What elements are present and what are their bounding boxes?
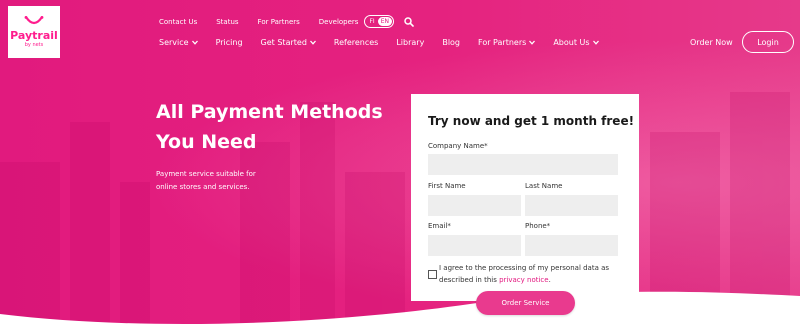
phone-input[interactable]	[525, 235, 618, 256]
hero-subtitle-line-1: Payment service suitable for	[156, 170, 256, 178]
lang-en[interactable]: EN	[377, 17, 392, 26]
company-name-input[interactable]	[428, 154, 618, 175]
chevron-down-icon	[191, 40, 198, 45]
nav-about-us[interactable]: About Us	[553, 38, 599, 47]
consent-checkbox[interactable]	[428, 270, 437, 279]
first-name-input[interactable]	[428, 195, 521, 216]
wave-divider	[0, 291, 800, 332]
nav-contact-us[interactable]: Contact Us	[159, 18, 197, 26]
search-icon[interactable]	[404, 16, 414, 27]
nav-for-partners[interactable]: For Partners	[258, 18, 300, 26]
nav-service[interactable]: Service	[159, 38, 198, 47]
language-switcher[interactable]: FI EN	[364, 15, 394, 28]
shopping-bag-icon	[24, 16, 44, 25]
nav-blog[interactable]: Blog	[442, 38, 460, 47]
hero-subtitle-line-2: online stores and services.	[156, 183, 250, 191]
last-name-label: Last Name	[525, 182, 563, 190]
nav-references-label: References	[333, 38, 379, 47]
hero-title-line-1: All Payment Methods	[156, 101, 383, 123]
logo-text: Paytrail	[10, 29, 58, 42]
chevron-down-icon	[592, 40, 599, 45]
nav-get-started-label: Get Started	[260, 38, 307, 47]
last-name-input[interactable]	[525, 195, 618, 216]
consent-text-end: .	[548, 276, 551, 284]
email-label: Email*	[428, 222, 451, 230]
logo-subtext: by nets	[24, 42, 44, 48]
chevron-down-icon	[529, 40, 536, 45]
privacy-notice-link[interactable]: privacy notice	[499, 276, 548, 284]
phone-label: Phone*	[525, 222, 551, 230]
hero-subtitle: Payment service suitable for online stor…	[156, 168, 306, 194]
utility-nav: Contact Us Status For Partners Developer…	[159, 15, 414, 28]
nav-pricing-label: Pricing	[215, 38, 243, 47]
nav-status[interactable]: Status	[216, 18, 238, 26]
login-button[interactable]: Login	[742, 31, 794, 53]
nav-developers[interactable]: Developers	[319, 18, 359, 26]
nav-pricing[interactable]: Pricing	[216, 38, 243, 47]
nav-about-us-label: About Us	[553, 38, 590, 47]
nav-library-label: Library	[396, 38, 425, 47]
order-now-link[interactable]: Order Now	[690, 38, 733, 47]
nav-for-partners-menu[interactable]: For Partners	[478, 38, 536, 47]
order-service-button[interactable]: Order Service	[476, 291, 575, 315]
lang-fi[interactable]: FI	[366, 17, 377, 26]
first-name-label: First Name	[428, 182, 466, 190]
consent-text: I agree to the processing of my personal…	[439, 262, 629, 286]
paytrail-logo[interactable]: Paytrail by nets	[8, 6, 60, 58]
hero-title: All Payment Methods You Need	[156, 97, 396, 157]
trial-form-card: Try now and get 1 month free! Company Na…	[411, 94, 639, 301]
nav-get-started[interactable]: Get Started	[261, 38, 316, 47]
form-heading: Try now and get 1 month free!	[428, 114, 635, 128]
main-nav: Service Pricing Get Started References L…	[159, 38, 617, 47]
nav-service-label: Service	[159, 38, 189, 47]
nav-blog-label: Blog	[442, 38, 461, 47]
company-name-label: Company Name*	[428, 142, 488, 150]
nav-library[interactable]: Library	[396, 38, 424, 47]
chevron-down-icon	[309, 40, 316, 45]
email-input[interactable]	[428, 235, 521, 256]
nav-for-partners-label: For Partners	[478, 38, 527, 47]
nav-references[interactable]: References	[334, 38, 378, 47]
hero-title-line-2: You Need	[156, 131, 257, 153]
